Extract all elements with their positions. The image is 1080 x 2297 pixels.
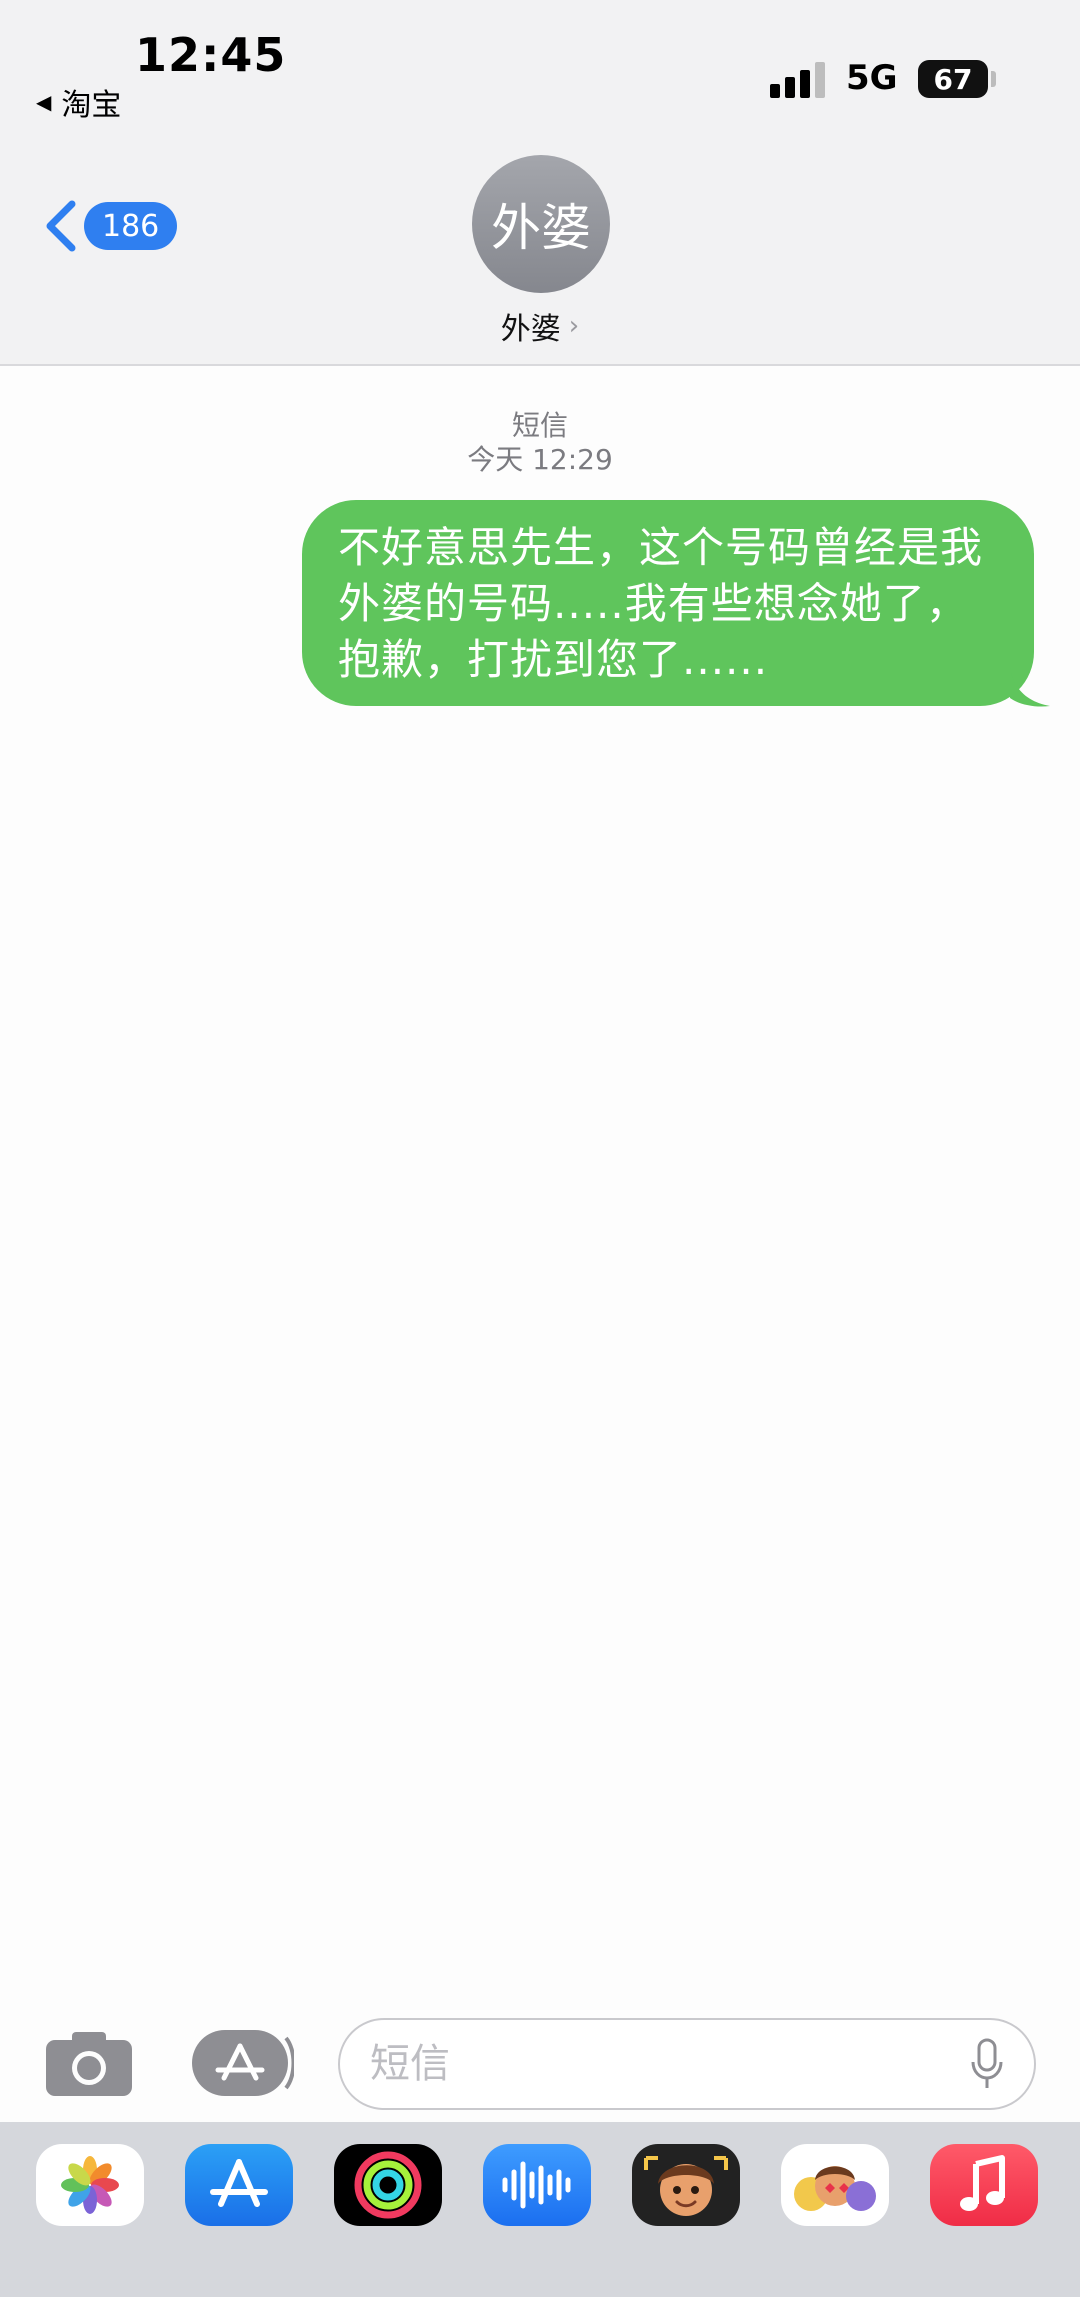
contact-name: 外婆: [500, 312, 561, 347]
unread-count-badge: 186: [84, 202, 178, 250]
app-store-icon: [192, 2030, 296, 2096]
battery-icon: 67: [918, 60, 988, 98]
chevron-left-icon: [46, 200, 76, 252]
audio-message-icon[interactable]: [483, 2144, 591, 2226]
music-icon[interactable]: [930, 2144, 1038, 2226]
back-app-label: 淘宝: [61, 88, 122, 123]
back-button[interactable]: 186: [42, 196, 178, 256]
navigation-header: 12:45 ◀ 淘宝 5G 67 186 外婆 外婆 ›: [0, 0, 1080, 366]
camera-button[interactable]: [46, 2030, 132, 2096]
contact-name-button[interactable]: 外婆 ›: [0, 304, 1080, 348]
network-type: 5G: [846, 58, 898, 98]
microphone-icon[interactable]: [970, 2038, 1004, 2090]
back-to-app-link[interactable]: ◀ 淘宝: [36, 80, 121, 124]
battery-level: 67: [933, 62, 973, 96]
fitness-icon[interactable]: [334, 2144, 442, 2226]
message-input-container[interactable]: [338, 2018, 1036, 2110]
photos-icon[interactable]: [36, 2144, 144, 2226]
memoji-stickers-icon[interactable]: [781, 2144, 889, 2226]
message-timestamp: 今天 12:29: [467, 443, 613, 476]
apps-button[interactable]: [190, 2028, 296, 2098]
app-store-icon[interactable]: [185, 2144, 293, 2226]
chevron-right-icon: ›: [568, 311, 580, 341]
memoji-icon[interactable]: [632, 2144, 740, 2226]
battery-cap: [991, 71, 996, 87]
cellular-signal-icon: [770, 62, 828, 98]
outgoing-message-bubble[interactable]: 不好意思先生，这个号码曾经是我外婆的号码.....我有些想念她了，抱歉，打扰到您…: [302, 500, 1034, 706]
imessage-app-drawer: [0, 2122, 1080, 2297]
status-time: 12:45: [135, 28, 287, 82]
contact-avatar[interactable]: 外婆: [472, 155, 610, 293]
camera-icon: [46, 2032, 132, 2096]
message-input[interactable]: [370, 2041, 970, 2087]
bubble-tail: [1010, 668, 1050, 707]
back-triangle-icon: ◀: [36, 90, 52, 114]
